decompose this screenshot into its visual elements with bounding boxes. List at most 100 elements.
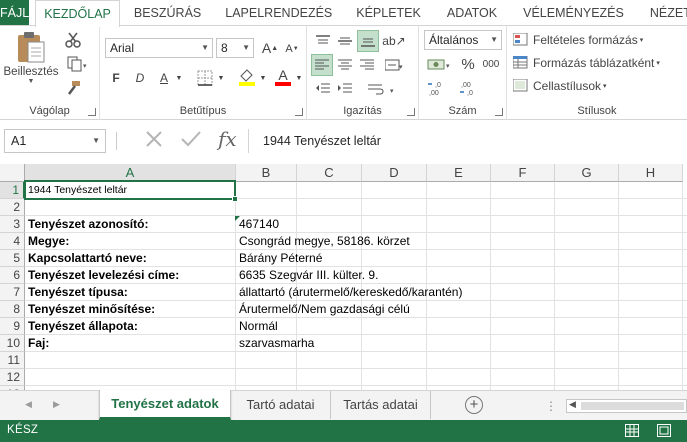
cell-b10[interactable]: szarvasmarha (236, 335, 314, 352)
number-format-select[interactable]: Általános ▼ (424, 30, 502, 50)
row-header-11[interactable]: 11 (0, 352, 25, 369)
bold-button[interactable]: F (106, 68, 126, 88)
cut-icon[interactable] (62, 30, 84, 50)
tab-formulas[interactable]: KÉPLETEK (348, 0, 429, 26)
sheet-tab-tartas-adatai[interactable]: Tartás adatai (331, 391, 431, 419)
increase-indent-icon[interactable] (335, 80, 355, 98)
column-header-e[interactable]: E (427, 164, 491, 182)
sheet-tab-tenyeszet-adatok[interactable]: Tenyészet adatok (99, 390, 231, 420)
error-indicator-icon[interactable] (235, 216, 240, 221)
cell-b8[interactable]: Árutermelő/Nem gazdasági célú (236, 301, 410, 318)
row-header-3[interactable]: 3 (0, 216, 25, 233)
row-header-12[interactable]: 12 (0, 369, 25, 386)
decrease-indent-icon[interactable] (313, 80, 333, 98)
scroll-left-icon[interactable]: ◀ (569, 399, 576, 410)
column-header-b[interactable]: B (236, 164, 297, 182)
fill-handle[interactable] (232, 196, 238, 202)
underline-dropdown-icon[interactable]: ▼ (174, 68, 184, 88)
row-header-4[interactable]: 4 (0, 233, 25, 250)
align-top-icon[interactable] (313, 32, 333, 50)
borders-icon[interactable] (194, 68, 216, 88)
alignment-dialog-launcher-icon[interactable] (407, 108, 415, 116)
row-header-2[interactable]: 2 (0, 199, 25, 216)
wrap-text-icon[interactable]: ▾ (361, 80, 405, 98)
fill-color-icon[interactable] (236, 66, 258, 88)
font-name-select[interactable]: Arial ▼ (105, 38, 213, 58)
row-header-7[interactable]: 7 (0, 284, 25, 301)
tab-insert[interactable]: BESZÚRÁS (126, 0, 209, 26)
row-header-1[interactable]: 1 (0, 182, 25, 199)
name-box[interactable]: A1 ▼ (4, 129, 106, 153)
sheet-nav-prev-icon[interactable]: ◀ (25, 399, 32, 410)
increase-decimal-icon[interactable]: ,0,00 (425, 78, 453, 98)
sheet-nav-next-icon[interactable]: ▶ (53, 399, 60, 410)
cell-b7[interactable]: állattartó (árutermelő/kereskedő/karanté… (236, 284, 462, 301)
cell-a6[interactable]: Tenyészet levelezési címe: (25, 267, 179, 284)
row-header-9[interactable]: 9 (0, 318, 25, 335)
paste-button[interactable]: Beillesztés ▼ (4, 30, 58, 94)
align-left-icon[interactable] (311, 54, 333, 76)
currency-format-icon[interactable]: ▾ (425, 54, 455, 74)
font-color-icon[interactable]: A (272, 66, 294, 88)
select-all-corner[interactable] (0, 164, 25, 182)
align-middle-icon[interactable] (335, 32, 355, 50)
align-center-icon[interactable] (335, 56, 355, 74)
decrease-font-size-icon[interactable]: A ▼ (282, 39, 302, 59)
column-header-g[interactable]: G (555, 164, 619, 182)
sheet-tab-tarto-adatai[interactable]: Tartó adatai (231, 391, 331, 419)
font-size-select[interactable]: 8 ▼ (216, 38, 254, 58)
cell-b3[interactable]: 467140 (236, 216, 279, 233)
cell-b4[interactable]: Csongrád megye, 58186. körzet (236, 233, 410, 250)
enter-icon[interactable] (180, 129, 202, 155)
font-color-dropdown-icon[interactable]: ▼ (294, 68, 304, 88)
cell-a3[interactable]: Tenyészet azonosító: (25, 216, 148, 233)
underline-button[interactable]: A (154, 68, 174, 88)
cell-b5[interactable]: Bárány Péterné (236, 250, 322, 267)
cell-a7[interactable]: Tenyészet típusa: (25, 284, 128, 301)
cell-b6[interactable]: 6635 Szegvár III. külter. 9. (236, 267, 378, 284)
row-header-6[interactable]: 6 (0, 267, 25, 284)
tab-review[interactable]: VÉLEMÉNYEZÉS (515, 0, 632, 26)
add-sheet-icon[interactable]: + (465, 396, 483, 414)
column-header-c[interactable]: C (297, 164, 362, 182)
format-as-table-button[interactable]: Formázás táblázatként ▾ (513, 53, 683, 73)
row-header-10[interactable]: 10 (0, 335, 25, 352)
tab-page-layout[interactable]: LAPELRENDEZÉS (217, 0, 340, 26)
comma-style-button[interactable]: 000 (479, 54, 503, 74)
font-dialog-launcher-icon[interactable] (295, 108, 303, 116)
tab-data[interactable]: ADATOK (439, 0, 505, 26)
cell-a10[interactable]: Faj: (25, 335, 49, 352)
fill-color-dropdown-icon[interactable]: ▼ (258, 68, 268, 88)
tab-file[interactable]: FÁJL (0, 0, 30, 26)
format-painter-icon[interactable] (62, 78, 84, 98)
column-header-d[interactable]: D (362, 164, 427, 182)
tab-split-handle-icon[interactable]: ⋮ (545, 399, 557, 413)
column-header-h[interactable]: H (619, 164, 683, 182)
cell-a9[interactable]: Tenyészet állapota: (25, 318, 138, 335)
insert-function-button[interactable]: fx (218, 127, 237, 151)
cell-a4[interactable]: Megye: (25, 233, 69, 250)
page-layout-view-icon[interactable] (657, 424, 671, 437)
cell-b9[interactable]: Normál (236, 318, 278, 335)
formula-input[interactable]: 1944 Tenyészet leltár (248, 129, 687, 153)
normal-view-icon[interactable] (625, 424, 639, 437)
cancel-icon[interactable] (144, 129, 164, 155)
increase-font-size-icon[interactable]: A ▲ (260, 38, 280, 58)
tab-home[interactable]: KEZDŐLAP (35, 0, 120, 27)
horizontal-scroll-thumb[interactable] (581, 402, 684, 410)
merge-center-icon[interactable]: ▾ (383, 56, 405, 74)
cell-styles-button[interactable]: Cellastílusok ▾ (513, 76, 683, 96)
name-box-dropdown-icon[interactable]: ▼ (92, 130, 100, 152)
decrease-decimal-icon[interactable]: ,00,0 (457, 78, 485, 98)
row-header-8[interactable]: 8 (0, 301, 25, 318)
clipboard-dialog-launcher-icon[interactable] (88, 108, 96, 116)
horizontal-scrollbar[interactable]: ◀ (566, 399, 687, 413)
number-dialog-launcher-icon[interactable] (495, 108, 503, 116)
paste-dropdown-icon[interactable]: ▼ (28, 78, 35, 85)
row-header-5[interactable]: 5 (0, 250, 25, 267)
italic-button[interactable]: D (130, 68, 150, 88)
copy-icon[interactable]: ▾ (62, 54, 92, 74)
align-bottom-icon[interactable] (357, 30, 379, 52)
cell-a8[interactable]: Tenyészet minősítése: (25, 301, 155, 318)
conditional-formatting-button[interactable]: Feltételes formázás ▾ (513, 30, 683, 50)
